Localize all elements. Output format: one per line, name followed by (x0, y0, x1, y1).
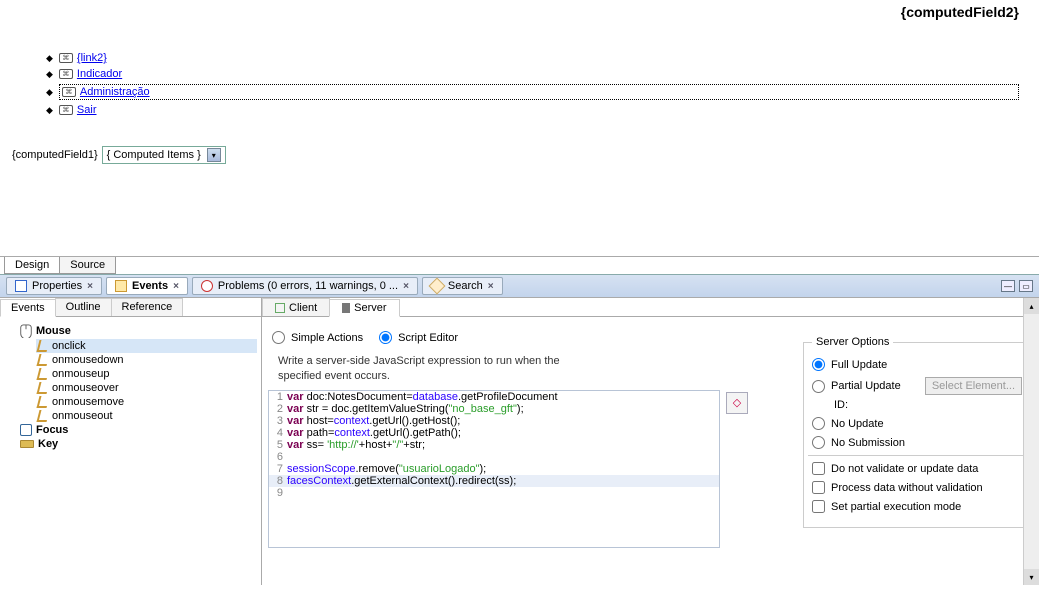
problems-icon (201, 280, 213, 292)
tab-search[interactable]: Search × (422, 277, 503, 295)
event-icon (37, 382, 50, 394)
nav-list: ◆⌘{link2} ◆⌘Indicador ◆⌘Administração ◆⌘… (46, 50, 1033, 118)
tab-events[interactable]: Events × (106, 277, 188, 295)
tree-item-onmouseup[interactable]: onmouseup (36, 367, 257, 381)
nav-item-indicador[interactable]: ◆⌘Indicador (46, 66, 1033, 82)
close-icon[interactable]: × (87, 281, 93, 292)
id-label: ID: (834, 399, 1022, 411)
key-icon (20, 440, 34, 448)
server-icon (342, 303, 350, 313)
nav-item-administracao[interactable]: ◆⌘Administração (46, 82, 1033, 102)
focus-icon (20, 424, 32, 436)
radio-simple-actions[interactable]: Simple Actions (272, 331, 363, 344)
events-right-pane: Client Server Simple Actions Script Edit… (262, 298, 1039, 585)
link-icon: ⌘ (59, 105, 73, 115)
scroll-down-button[interactable]: ▾ (1024, 569, 1039, 585)
close-icon[interactable]: × (173, 281, 179, 292)
tree-item-onclick[interactable]: onclick (36, 339, 257, 353)
code-editor[interactable]: 1var doc:NotesDocument=database.getProfi… (268, 390, 720, 548)
maximize-view-button[interactable]: ▭ (1019, 280, 1033, 292)
link-icon: ⌘ (59, 69, 73, 79)
nav-item-link2[interactable]: ◆⌘{link2} (46, 50, 1033, 66)
radio-no-update[interactable]: No Update (812, 417, 1022, 430)
help-text: Write a server-side JavaScript expressio… (262, 354, 582, 390)
tab-design[interactable]: Design (4, 257, 60, 274)
radio-full-update[interactable]: Full Update (812, 358, 1022, 371)
event-tree: Mouse onclick onmousedown onmouseup onmo… (0, 317, 261, 457)
event-icon (37, 368, 50, 380)
computed-field-row: {computedField1} { Computed Items } ▾ (12, 146, 1033, 164)
tab-source[interactable]: Source (59, 257, 116, 274)
scroll-up-button[interactable]: ▴ (1024, 298, 1039, 314)
close-icon[interactable]: × (403, 281, 409, 292)
select-element-button[interactable]: Select Element... (925, 377, 1022, 395)
design-source-tabs: Design Source (0, 256, 1039, 274)
tree-group-key[interactable]: Key (18, 437, 257, 451)
link-icon: ⌘ (59, 53, 73, 63)
tree-group-mouse[interactable]: Mouse (18, 323, 257, 339)
mouse-icon (20, 324, 32, 338)
design-canvas: {computedField2} ◆⌘{link2} ◆⌘Indicador ◆… (0, 0, 1039, 256)
tree-item-onmousemove[interactable]: onmousemove (36, 395, 257, 409)
server-options-group: Server Options Full Update Partial Updat… (803, 336, 1031, 528)
event-icon (37, 396, 50, 408)
tree-item-onmouseover[interactable]: onmouseover (36, 381, 257, 395)
tab-problems[interactable]: Problems (0 errors, 11 warnings, 0 ... × (192, 277, 418, 295)
event-icon (37, 354, 50, 366)
close-icon[interactable]: × (488, 281, 494, 292)
server-options-legend: Server Options (812, 336, 893, 348)
properties-icon (15, 280, 27, 292)
computed-field-1-label: {computedField1} (12, 149, 98, 161)
left-tab-reference[interactable]: Reference (111, 298, 184, 316)
event-icon (37, 340, 50, 352)
search-icon (428, 278, 445, 295)
vertical-scrollbar[interactable]: ▴ ▾ (1023, 298, 1039, 585)
tab-client[interactable]: Client (262, 298, 330, 316)
tree-item-onmousedown[interactable]: onmousedown (36, 353, 257, 367)
check-no-validate[interactable]: Do not validate or update data (812, 462, 1022, 475)
link-icon: ⌘ (62, 87, 76, 97)
event-icon (37, 410, 50, 422)
tree-item-onmouseout[interactable]: onmouseout (36, 409, 257, 423)
check-process-no-validation[interactable]: Process data without validation (812, 481, 1022, 494)
reference-picker-button[interactable]: ◇ (726, 392, 748, 414)
radio-script-editor[interactable]: Script Editor (379, 331, 458, 344)
client-icon (275, 303, 285, 313)
computed-field-2: {computedField2} (901, 4, 1019, 20)
tab-server[interactable]: Server (329, 299, 399, 317)
view-tab-bar: Properties × Events × Problems (0 errors… (0, 274, 1039, 297)
chevron-down-icon[interactable]: ▾ (207, 148, 221, 162)
minimize-view-button[interactable]: — (1001, 280, 1015, 292)
radio-partial-update[interactable]: Partial Update (812, 380, 901, 393)
computed-items-combo[interactable]: { Computed Items } ▾ (102, 146, 226, 164)
nav-item-sair[interactable]: ◆⌘Sair (46, 102, 1033, 118)
check-partial-exec[interactable]: Set partial execution mode (812, 500, 1022, 513)
tab-properties[interactable]: Properties × (6, 277, 102, 295)
events-left-pane: Events Outline Reference Mouse onclick o… (0, 298, 262, 585)
events-icon (115, 280, 127, 292)
left-tab-events[interactable]: Events (0, 299, 56, 317)
tree-group-focus[interactable]: Focus (18, 423, 257, 437)
diamond-icon: ◇ (733, 396, 741, 409)
left-tab-outline[interactable]: Outline (55, 298, 112, 316)
radio-no-submission[interactable]: No Submission (812, 436, 1022, 449)
